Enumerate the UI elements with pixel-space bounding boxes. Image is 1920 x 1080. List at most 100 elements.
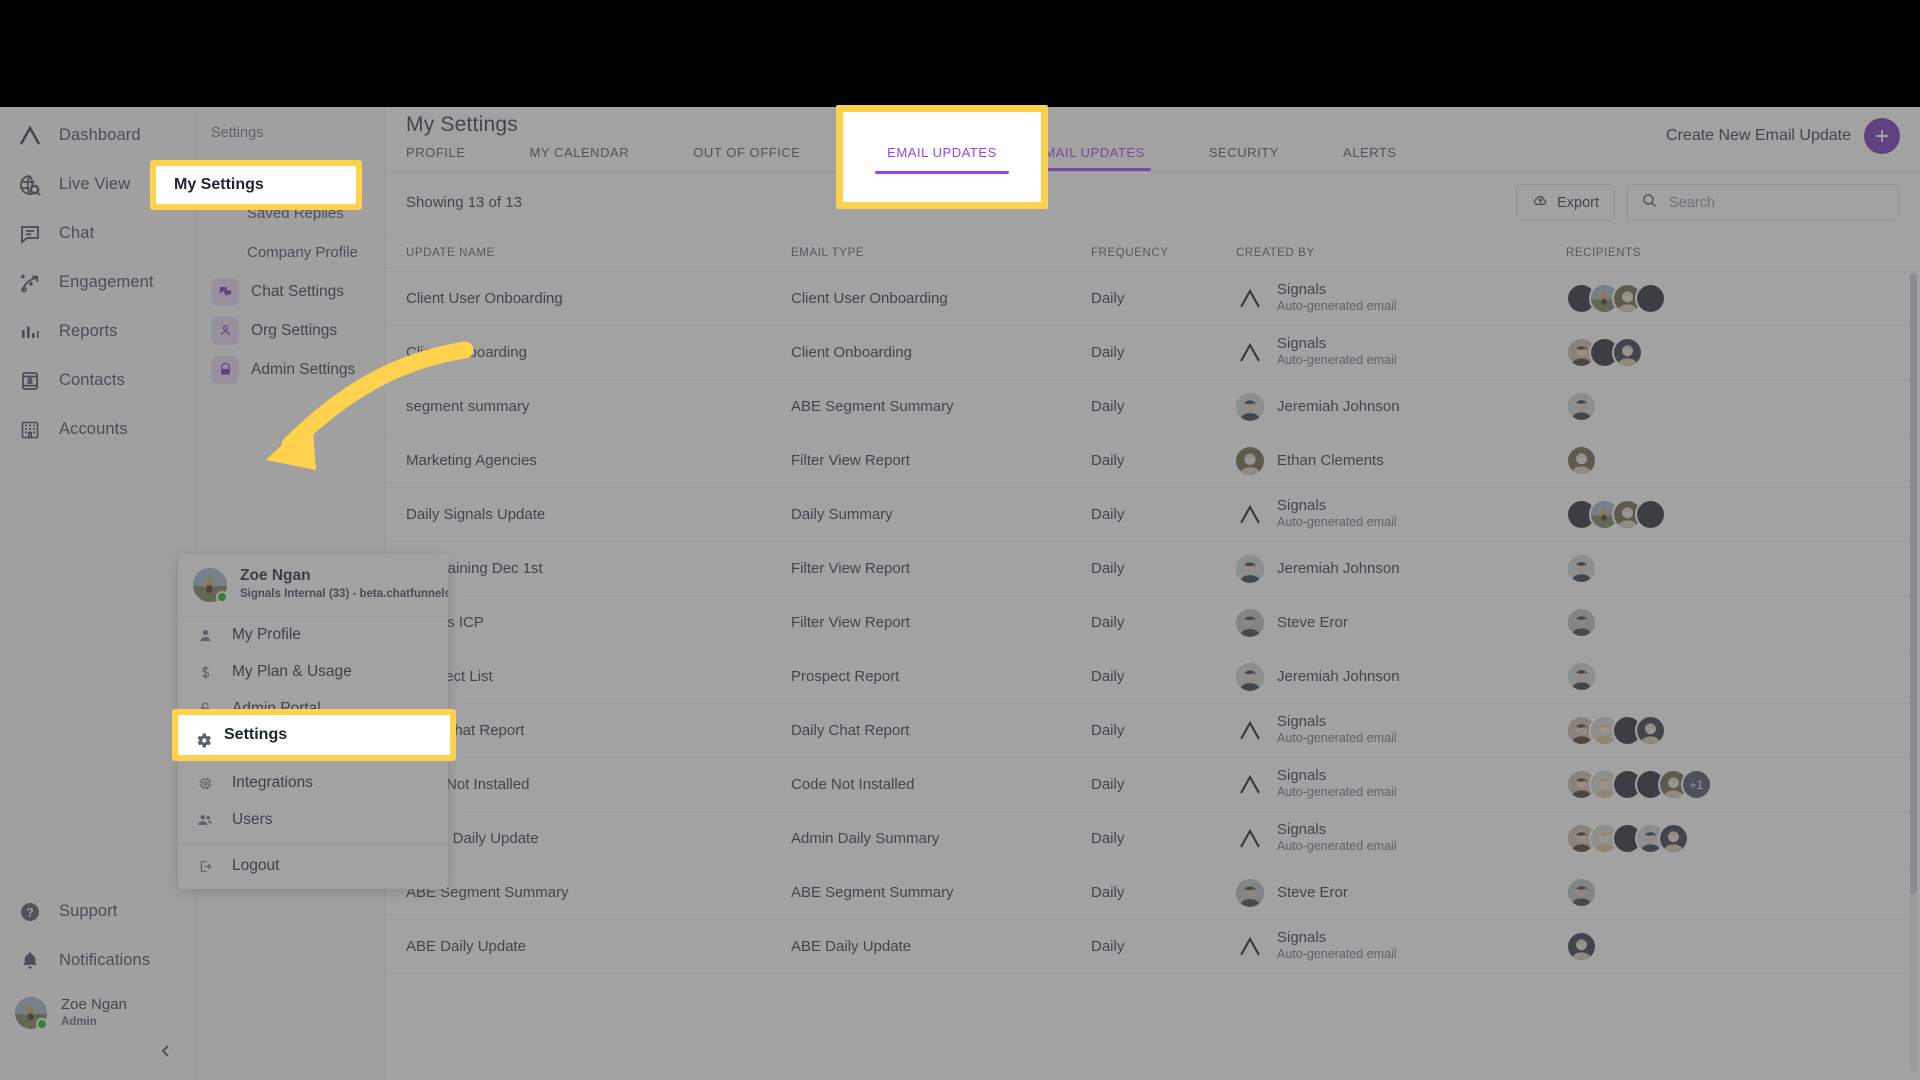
recipient-avatar[interactable]	[1566, 553, 1597, 584]
menu-item-my-profile[interactable]: My Profile	[178, 617, 448, 654]
cell-recipients	[1566, 337, 1899, 368]
cell-email-type: Filter View Report	[791, 452, 910, 469]
tab-email-updates[interactable]: EMAIL UPDATES	[1029, 145, 1151, 171]
table-row[interactable]: Code Not Installed Code Not Installed Da…	[385, 758, 1920, 812]
tab-profile[interactable]: PROFILE	[406, 145, 465, 171]
cell-update-name: Daily Chat Report	[406, 722, 525, 739]
recipient-overflow-count[interactable]: +1	[1681, 769, 1712, 800]
cell-recipients	[1566, 823, 1899, 854]
menu-item-my-plan-usage[interactable]: My Plan & Usage	[178, 654, 448, 691]
sidebar-item-label: Support	[59, 902, 118, 920]
search-box[interactable]	[1627, 184, 1899, 221]
cell-frequency: Daily	[1091, 560, 1125, 577]
tab-alerts[interactable]: ALERTS	[1343, 145, 1397, 171]
table-row[interactable]: ABE Segment Summary ABE Segment Summary …	[385, 866, 1920, 920]
sidebar-item-accounts[interactable]: Accounts	[0, 405, 196, 454]
table-row[interactable]: ABE Daily Update ABE Daily Update Daily …	[385, 920, 1920, 974]
recipient-avatar[interactable]	[1566, 661, 1597, 692]
menu-item-label: Integrations	[232, 774, 313, 792]
table-scrollbar-thumb[interactable]	[1910, 274, 1917, 894]
recipient-avatar[interactable]	[1635, 715, 1666, 746]
cell-recipients	[1566, 931, 1899, 962]
table-row[interactable]: Daily Signals Update Daily Summary Daily…	[385, 488, 1920, 542]
table-row[interactable]: Client User Onboarding Client User Onboa…	[385, 272, 1920, 326]
signals-logo-icon	[1240, 936, 1260, 956]
avatar-image	[1660, 825, 1687, 852]
creator-name: Steve Eror	[1277, 883, 1348, 901]
avatar-image	[1236, 392, 1264, 421]
cell-recipients	[1566, 391, 1899, 422]
signals-logo-icon	[1240, 720, 1260, 740]
avatar-image	[1236, 446, 1264, 475]
sidebar-item-dashboard[interactable]: Dashboard	[0, 111, 196, 160]
sidebar-item-engagement[interactable]: Engagement	[0, 258, 196, 307]
sidebar-item-reports[interactable]: Reports	[0, 307, 196, 356]
cell-email-type: Daily Chat Report	[791, 722, 910, 739]
cell-created-by: Jeremiah Johnson	[1236, 662, 1566, 691]
question-circle-icon: ?	[17, 899, 43, 925]
table-row[interactable]: Admin Daily Update Admin Daily Summary D…	[385, 812, 1920, 866]
avatar-image	[1614, 339, 1641, 366]
table-row[interactable]: Daily Chat Report Daily Chat Report Dail…	[385, 704, 1920, 758]
creator-name: Signals	[1277, 767, 1327, 785]
recipient-avatar[interactable]	[1635, 499, 1666, 530]
org-settings-icon	[211, 316, 239, 345]
main-header: My Settings Create New Email Update PROF…	[385, 107, 1920, 172]
sidebar-item-chat[interactable]: Chat	[0, 209, 196, 258]
cell-frequency: Daily	[1091, 668, 1125, 685]
cell-created-by: Jeremiah Johnson	[1236, 392, 1566, 421]
avatar-image	[1568, 879, 1595, 906]
tab-out-of-office[interactable]: OUT OF OFFICE	[693, 145, 800, 171]
cell-created-by: Jeremiah Johnson	[1236, 554, 1566, 583]
building-icon	[17, 417, 43, 443]
chevron-left-icon[interactable]	[158, 1043, 174, 1064]
callout-settings-label: Settings	[224, 726, 288, 743]
creator-name: Ethan Clements	[1277, 451, 1384, 469]
svg-text:?: ?	[26, 905, 33, 919]
sidebar-item-notifications[interactable]: Notifications	[0, 936, 196, 985]
primary-sidebar: Dashboard Live View Chat Engagement Repo…	[0, 107, 197, 1080]
recipient-avatar[interactable]	[1566, 607, 1597, 638]
subnav-item-chat-settings[interactable]: Chat Settings	[197, 272, 384, 311]
table-row[interactable]: Client Onboarding Client Onboarding Dail…	[385, 326, 1920, 380]
creator-subtitle: Auto-generated email	[1277, 785, 1397, 800]
menu-item-logout[interactable]: Logout	[178, 848, 448, 885]
search-input[interactable]	[1669, 194, 1885, 211]
cell-frequency: Daily	[1091, 614, 1125, 631]
table-row[interactable]: segment summary ABE Segment Summary Dail…	[385, 380, 1920, 434]
export-button[interactable]: Export	[1516, 184, 1615, 221]
creator-name: Signals	[1277, 713, 1327, 731]
signals-logo-icon	[1236, 339, 1264, 367]
avatar-image	[1236, 608, 1264, 637]
plus-icon[interactable]	[1864, 118, 1900, 154]
cell-email-type: Filter View Report	[791, 614, 910, 631]
cell-created-by: Signals Auto-generated email	[1236, 713, 1566, 748]
table-row[interactable]: Steve's ICP Filter View Report Daily Ste…	[385, 596, 1920, 650]
cell-frequency: Daily	[1091, 884, 1125, 901]
recipient-avatar[interactable]	[1566, 931, 1597, 962]
recipient-avatar[interactable]	[1658, 823, 1689, 854]
creator-avatar	[1236, 662, 1264, 691]
toolbar-actions: Export	[1516, 184, 1899, 221]
recipient-avatar[interactable]	[1566, 445, 1597, 476]
menu-divider	[178, 842, 448, 844]
recipient-avatar[interactable]	[1635, 283, 1666, 314]
tab-security[interactable]: SECURITY	[1209, 145, 1279, 171]
recipient-avatar[interactable]	[1566, 877, 1597, 908]
avatar-image	[1236, 878, 1264, 907]
showing-count: Showing 13 of 13	[406, 194, 522, 211]
cell-frequency: Daily	[1091, 398, 1125, 415]
table-row[interactable]: JJ - Training Dec 1st Filter View Report…	[385, 542, 1920, 596]
table-row[interactable]: Prospect List Prospect Report Daily Jere…	[385, 650, 1920, 704]
create-new-email-update-action[interactable]: Create New Email Update	[1666, 118, 1900, 154]
sidebar-item-contacts[interactable]: Contacts	[0, 356, 196, 405]
menu-item-integrations[interactable]: Integrations	[178, 765, 448, 802]
menu-item-users[interactable]: Users	[178, 802, 448, 839]
recipient-avatar[interactable]	[1566, 391, 1597, 422]
recipient-avatar[interactable]	[1612, 337, 1643, 368]
tab-my-calendar[interactable]: MY CALENDAR	[529, 145, 629, 171]
subnav-item-company-profile[interactable]: Company Profile	[197, 233, 384, 272]
sidebar-user-profile[interactable]: Zoe Ngan Admin	[0, 985, 196, 1041]
sidebar-item-support[interactable]: ? Support	[0, 887, 196, 936]
table-row[interactable]: Marketing Agencies Filter View Report Da…	[385, 434, 1920, 488]
